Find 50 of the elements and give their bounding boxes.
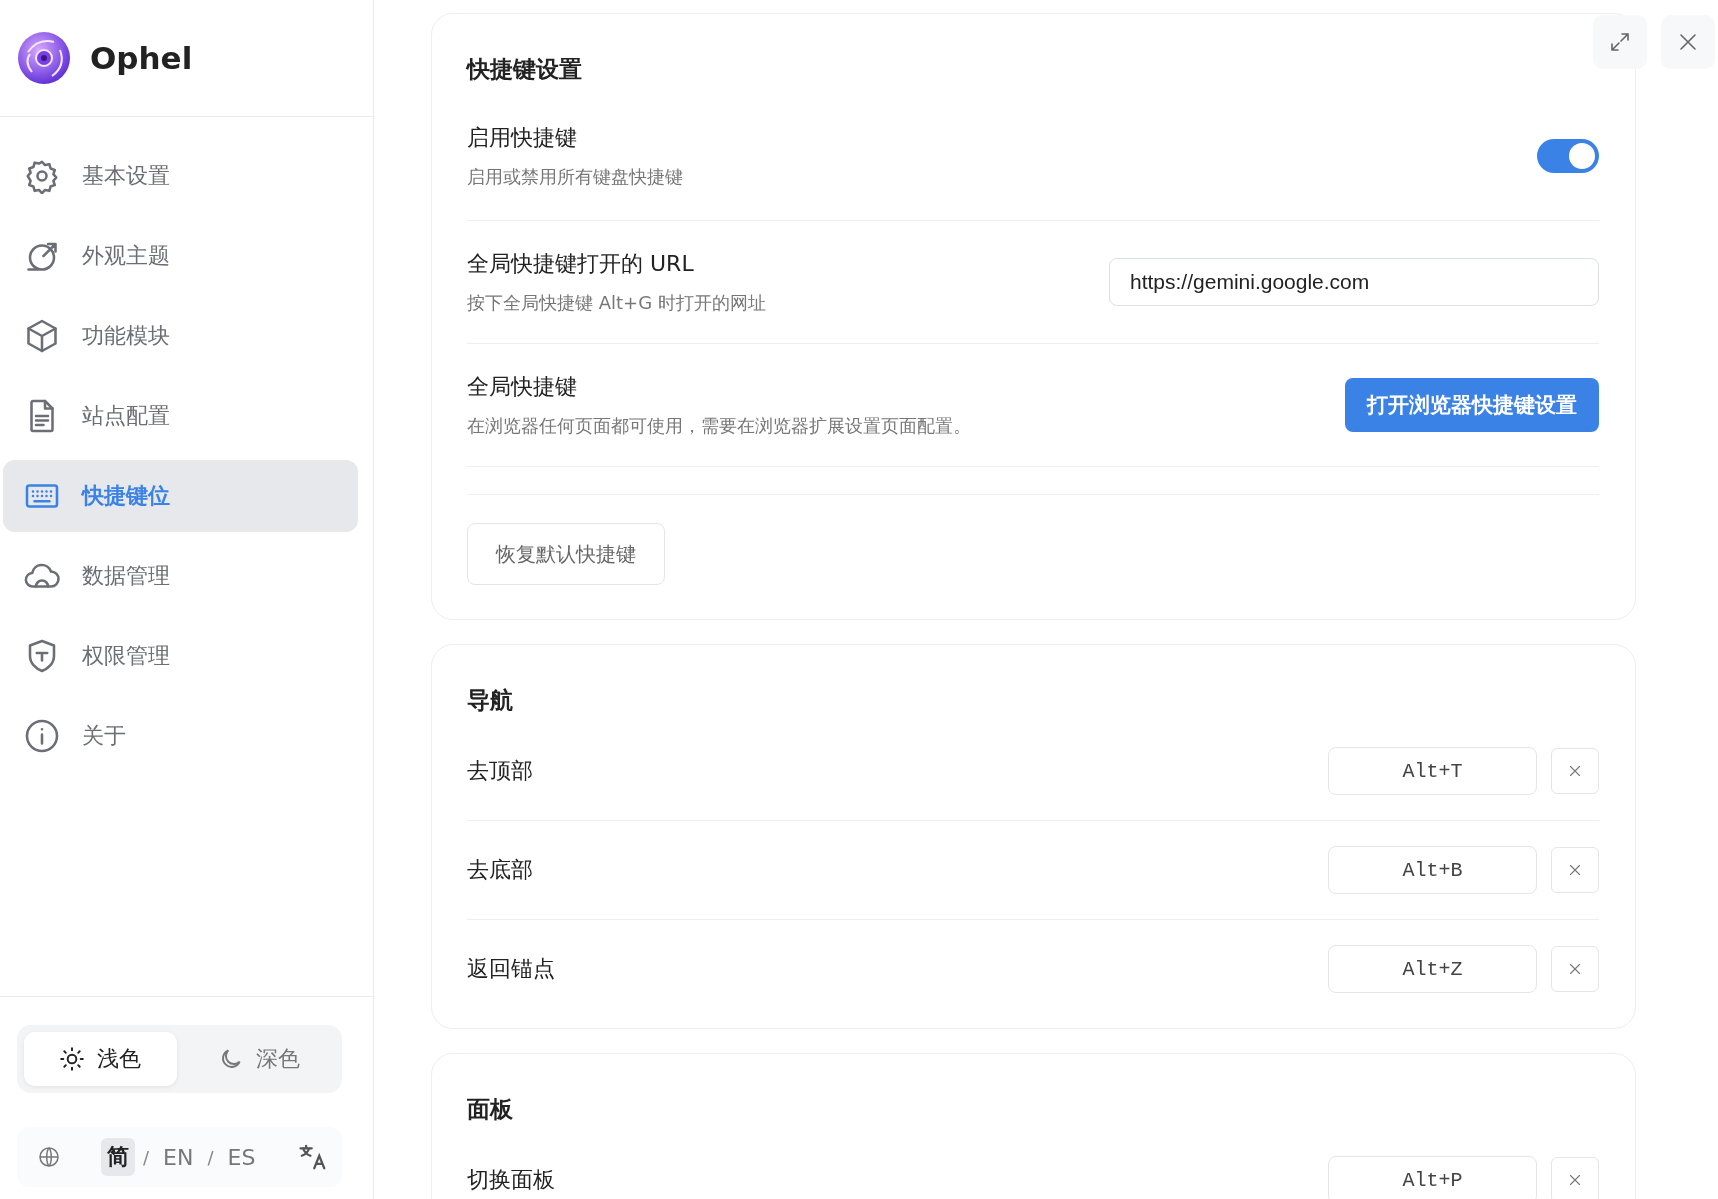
setting-label: 全局快捷键打开的 URL	[467, 250, 695, 278]
language-option[interactable]: EN	[157, 1140, 200, 1174]
setting-description: 启用或禁用所有键盘快捷键	[467, 164, 683, 189]
expand-icon[interactable]	[1593, 15, 1647, 69]
separator-slash: /	[143, 1146, 150, 1168]
setting-description: 在浏览器任何页面都可使用，需要在浏览器扩展设置页面配置。	[467, 414, 971, 438]
shortcut-field[interactable]: Alt+T	[1328, 747, 1537, 795]
sidebar-item[interactable]: 关于	[3, 700, 358, 772]
url-field[interactable]: https://gemini.google.com	[1109, 258, 1599, 306]
section-title: 快捷键设置	[467, 55, 583, 84]
translate-icon[interactable]	[298, 1142, 328, 1172]
info-icon	[24, 718, 60, 754]
sidebar-item[interactable]: 外观主题	[3, 220, 358, 292]
globe-icon	[37, 1145, 61, 1169]
sidebar-item[interactable]: 快捷键位	[3, 460, 358, 532]
sun-icon	[59, 1046, 86, 1072]
language-option[interactable]: ES	[221, 1140, 262, 1174]
setting-label: 全局快捷键	[467, 373, 578, 401]
settings-icon	[24, 158, 60, 194]
cube-icon	[24, 318, 60, 354]
setting-label: 去顶部	[467, 757, 533, 785]
close-icon[interactable]	[1551, 946, 1599, 992]
separator-slash: /	[207, 1146, 214, 1168]
setting-label: 返回锚点	[467, 955, 555, 983]
reset-button[interactable]: 恢复默认快捷键	[467, 523, 665, 585]
sidebar-item[interactable]: 基本设置	[3, 140, 358, 212]
shortcut-field[interactable]: Alt+B	[1328, 846, 1537, 894]
section-title: 面板	[467, 1095, 514, 1124]
sidebar-item[interactable]: 功能模块	[3, 300, 358, 372]
shortcut-field[interactable]: Alt+P	[1328, 1156, 1537, 1199]
setting-description: 按下全局快捷键 Alt+G 时打开的网址	[467, 291, 766, 315]
setting-label: 启用快捷键	[467, 123, 578, 152]
sidebar-item[interactable]: 站点配置	[3, 380, 358, 452]
open-settings-button[interactable]: 打开浏览器快捷键设置	[1345, 378, 1599, 432]
app-name: Ophel	[90, 40, 193, 76]
sidebar-item[interactable]: 数据管理	[3, 540, 358, 612]
close-icon[interactable]	[1551, 847, 1599, 893]
section-title: 导航	[467, 686, 514, 715]
sidebar-item[interactable]: 权限管理	[3, 620, 358, 692]
logo-icon	[18, 32, 70, 84]
theme-option[interactable]: 深色	[182, 1032, 335, 1086]
theme-option[interactable]: 浅色	[24, 1032, 177, 1086]
toggle-switch[interactable]	[1537, 138, 1599, 173]
close-icon[interactable]	[1551, 1157, 1599, 1199]
setting-label: 去底部	[467, 856, 533, 884]
setting-label: 切换面板	[467, 1166, 555, 1194]
close-icon[interactable]	[1661, 15, 1715, 69]
close-icon[interactable]	[1551, 748, 1599, 794]
shortcut-field[interactable]: Alt+Z	[1328, 945, 1537, 993]
language-option[interactable]: 简	[101, 1138, 135, 1176]
